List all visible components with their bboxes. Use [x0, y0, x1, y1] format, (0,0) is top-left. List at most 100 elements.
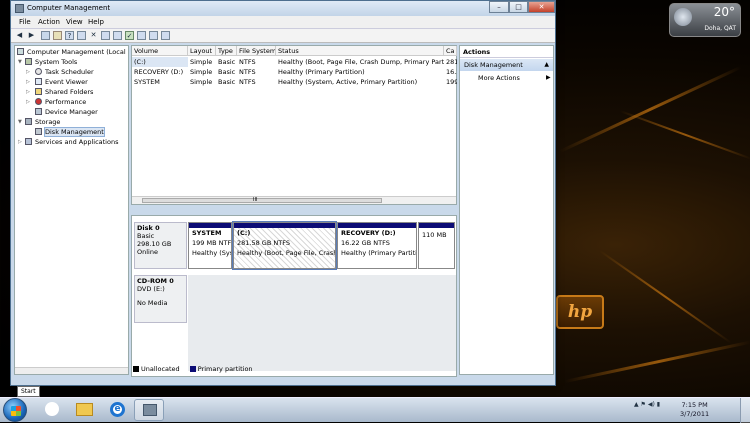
open-icon[interactable]: [113, 31, 122, 40]
tree-item-storage[interactable]: Storage: [25, 117, 60, 127]
services-icon: [25, 138, 32, 145]
capacity-cell: 199: [446, 78, 457, 86]
weather-gadget[interactable]: 20° Doha, QAT: [669, 3, 741, 37]
partition-system[interactable]: SYSTEM 199 MB NTF Healthy (Sys: [188, 222, 232, 269]
help-icon[interactable]: ?: [65, 31, 74, 40]
wallpaper-streak: [619, 110, 750, 160]
forward-arrow-icon[interactable]: ▶: [27, 31, 36, 40]
show-hide-tree-icon[interactable]: [53, 31, 62, 40]
expand-arrow-icon[interactable]: ▷: [26, 79, 30, 85]
device-manager-icon: [35, 108, 42, 115]
tree-item-disk-management[interactable]: Disk Management: [35, 127, 105, 137]
start-button[interactable]: [3, 398, 27, 422]
tree-horizontal-scrollbar[interactable]: [15, 367, 128, 374]
settings-icon[interactable]: [161, 31, 170, 40]
partition-status: Healthy (Sys: [192, 249, 232, 257]
partition-110mb[interactable]: 110 MB: [418, 222, 455, 269]
start-tooltip: Start: [17, 386, 40, 397]
collapse-arrow-icon[interactable]: ▲: [544, 59, 549, 71]
partition-recovery[interactable]: RECOVERY (D:) 16.22 GB NTFS Healthy (Pri…: [337, 222, 417, 269]
fs-cell: NTFS: [239, 78, 256, 86]
disk-name: Disk 0: [137, 224, 160, 232]
cdrom-0-info[interactable]: CD-ROM 0 DVD (E:) No Media: [134, 275, 187, 323]
column-header-volume[interactable]: Volume: [132, 46, 188, 56]
shared-folder-icon: [35, 88, 42, 95]
windows-flag-icon: [11, 406, 21, 416]
minimize-button[interactable]: –: [489, 1, 509, 13]
column-header-type[interactable]: Type: [216, 46, 237, 56]
expand-arrow-icon[interactable]: ▼: [18, 59, 22, 65]
volume-icon[interactable]: ◀): [648, 401, 655, 408]
taskbar-app-internet-explorer[interactable]: e: [103, 399, 133, 421]
tree-item-shared-folders[interactable]: Shared Folders: [35, 87, 93, 97]
action-center-icon[interactable]: ⚑: [641, 401, 646, 408]
tray-expand-icon[interactable]: ▲: [634, 401, 639, 408]
legend-unallocated: Unallocated: [141, 365, 180, 373]
taskbar-app-media-player[interactable]: [37, 399, 67, 421]
tree-item-services-and-applications[interactable]: Services and Applications: [25, 137, 118, 147]
tree-item-system-tools[interactable]: System Tools: [25, 57, 77, 67]
menu-file[interactable]: File: [19, 18, 31, 26]
menu-help[interactable]: Help: [88, 18, 104, 26]
menu-action[interactable]: Action: [38, 18, 60, 26]
window-title: Computer Management: [27, 4, 111, 12]
hp-logo: hp: [556, 295, 604, 329]
maximize-button[interactable]: □: [509, 1, 528, 13]
wallpaper-streak: [559, 65, 742, 153]
list-view-icon[interactable]: [149, 31, 158, 40]
properties-icon[interactable]: [77, 31, 86, 40]
volume-cell: SYSTEM: [134, 78, 160, 86]
checkbox-icon[interactable]: ✓: [125, 31, 134, 40]
taskbar-app-computer-management[interactable]: [134, 399, 164, 421]
menu-bar: File Action View Help: [11, 16, 555, 29]
scrollbar-thumb[interactable]: III: [142, 197, 382, 203]
submenu-arrow-icon[interactable]: ▶: [546, 74, 551, 81]
cdrom-media: No Media: [137, 299, 168, 307]
volume-cell: (C:): [132, 57, 188, 67]
partition-size: 281.58 GB NTFS: [237, 239, 290, 247]
disk-view-icon[interactable]: [137, 31, 146, 40]
partition-c[interactable]: (C:) 281.58 GB NTFS Healthy (Boot, Page …: [232, 221, 337, 270]
menu-view[interactable]: View: [66, 18, 83, 26]
expand-arrow-icon[interactable]: ▷: [18, 139, 22, 145]
volume-horizontal-scrollbar[interactable]: III: [132, 196, 456, 204]
taskbar-app-explorer[interactable]: [70, 399, 100, 421]
back-arrow-icon[interactable]: ◀: [15, 31, 24, 40]
system-clock[interactable]: 7:15 PM 3/7/2011: [680, 401, 709, 419]
capacity-cell: 16.2: [446, 68, 457, 76]
status-cell: Healthy (System, Active, Primary Partiti…: [278, 78, 418, 86]
status-cell: Healthy (Boot, Page File, Crash Dump, Pr…: [278, 58, 444, 66]
close-button[interactable]: ✕: [528, 1, 555, 13]
expand-arrow-icon[interactable]: ▷: [26, 89, 30, 95]
status-cell: Healthy (Primary Partition): [278, 68, 365, 76]
expand-arrow-icon[interactable]: ▷: [26, 69, 30, 75]
tree-item-event-viewer[interactable]: Event Viewer: [35, 77, 88, 87]
expand-arrow-icon[interactable]: ▼: [18, 119, 22, 125]
column-header-layout[interactable]: Layout: [188, 46, 216, 56]
tree-item-performance[interactable]: Performance: [35, 97, 86, 107]
tree-item-task-scheduler[interactable]: Task Scheduler: [35, 67, 94, 77]
column-header-file-system[interactable]: File System: [237, 46, 276, 56]
export-icon[interactable]: [101, 31, 110, 40]
show-desktop-button[interactable]: [740, 398, 750, 423]
layout-cell: Simple: [190, 68, 213, 76]
performance-icon: [35, 98, 42, 105]
primary-swatch: [189, 366, 196, 372]
delete-icon[interactable]: ✕: [89, 31, 98, 40]
column-header-status[interactable]: Status: [276, 46, 444, 56]
more-actions[interactable]: More Actions: [478, 74, 520, 82]
disk-0-info[interactable]: Disk 0 Basic 298.10 GB Online: [134, 222, 187, 269]
network-icon[interactable]: ▮: [657, 401, 660, 408]
toolbar: ◀ ▶ ? ✕ ✓: [11, 29, 555, 43]
disk-management-icon: [35, 128, 42, 135]
wallpaper-streak: [599, 250, 732, 344]
partition-size: 16.22 GB NTFS: [341, 239, 390, 247]
tree-item-device-manager[interactable]: Device Manager: [35, 107, 98, 117]
computer-management-window: Computer Management – □ ✕ File Action Vi…: [10, 0, 556, 386]
column-header-capacity[interactable]: Ca: [444, 46, 457, 56]
expand-arrow-icon[interactable]: ▷: [26, 99, 30, 105]
tree-item-computer-management[interactable]: Computer Management (Local: [17, 47, 126, 57]
title-bar[interactable]: Computer Management – □ ✕: [11, 1, 555, 16]
actions-group-disk-management[interactable]: Disk Management ▲: [460, 59, 553, 71]
up-folder-icon[interactable]: [41, 31, 50, 40]
